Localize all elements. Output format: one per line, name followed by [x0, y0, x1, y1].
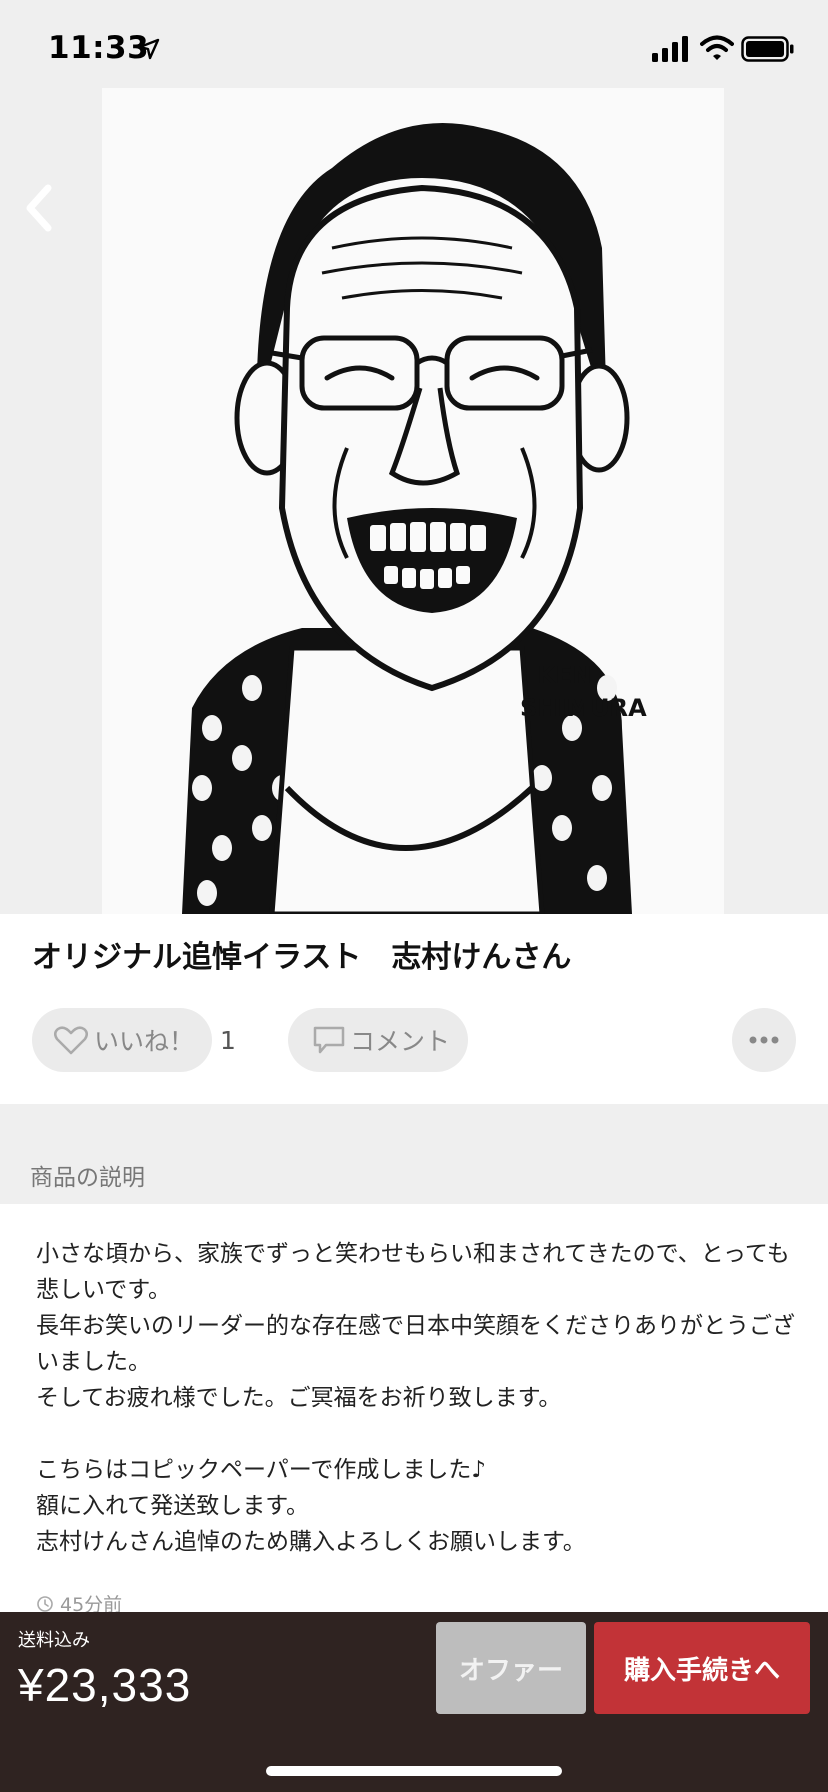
- status-bar: 11:33: [0, 0, 828, 88]
- like-button[interactable]: いいね！: [32, 1008, 212, 1072]
- comment-icon: [313, 1026, 345, 1054]
- portrait-drawing: KEN SHIMURA: [182, 123, 647, 917]
- home-indicator[interactable]: [266, 1766, 562, 1776]
- ellipsis-icon: [749, 1036, 779, 1044]
- back-button[interactable]: [18, 178, 62, 238]
- like-count: 1: [220, 1026, 236, 1055]
- heart-icon: [54, 1026, 88, 1055]
- illustration-lettering-2: SHIMURA: [520, 694, 647, 722]
- like-label: いいね！: [94, 1027, 195, 1056]
- item-description: 小さな頃から、家族でずっと笑わせもらい和まされてきたので、とっても悲しいです。 …: [36, 1241, 795, 1555]
- wifi-icon: [700, 35, 734, 60]
- location-arrow-icon: [138, 38, 160, 60]
- signal-icon: [652, 36, 688, 62]
- offer-button[interactable]: オファー: [436, 1622, 586, 1714]
- item-title: オリジナル追悼イラスト 志村けんさん: [32, 940, 572, 975]
- description-section-header: 商品の説明: [0, 1104, 828, 1204]
- status-time: 11:33: [48, 30, 150, 66]
- shipping-label: 送料込み: [18, 1630, 90, 1651]
- price: ¥23,333: [18, 1659, 192, 1711]
- product-illustration: KEN SHIMURA: [102, 88, 724, 917]
- section-title: 商品の説明: [30, 1165, 145, 1191]
- more-button[interactable]: [732, 1008, 796, 1072]
- comment-label: コメント: [350, 1027, 451, 1056]
- product-image-area[interactable]: KEN SHIMURA: [0, 88, 828, 917]
- comment-button[interactable]: コメント: [288, 1008, 468, 1072]
- chevron-left-icon: [26, 184, 52, 232]
- battery-icon: [741, 36, 794, 62]
- purchase-button[interactable]: 購入手続きへ: [594, 1622, 810, 1714]
- purchase-bar: 送料込み ¥23,333 オファー 購入手続きへ: [0, 1612, 828, 1792]
- illustration-lettering-1: KEN: [537, 661, 592, 689]
- clock-icon: [37, 1595, 53, 1612]
